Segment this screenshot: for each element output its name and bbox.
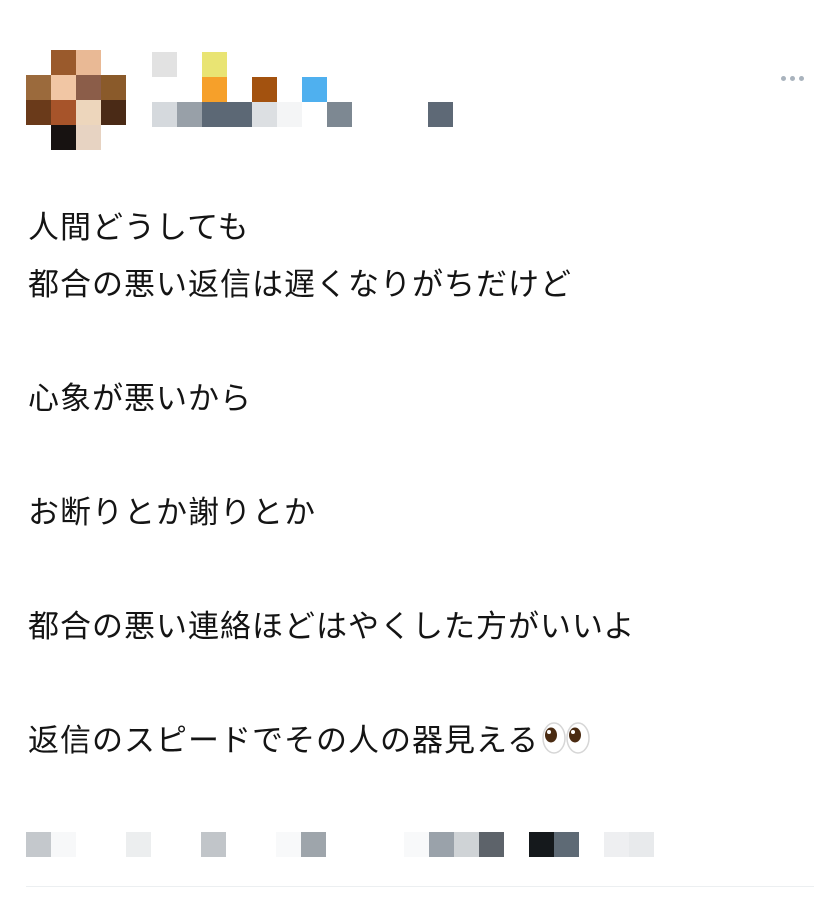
avatar-pixelated[interactable] — [26, 50, 126, 150]
avatar-pixel — [51, 125, 76, 150]
timestamp-pixel — [201, 832, 226, 857]
divider — [26, 886, 814, 887]
avatar-pixel — [51, 75, 76, 100]
post-line — [28, 542, 818, 599]
avatar-pixel — [76, 50, 101, 75]
more-horizontal-icon — [780, 75, 786, 81]
timestamp-pixel — [604, 832, 629, 857]
name-pixel — [277, 102, 302, 127]
post-line — [28, 314, 818, 371]
post-line: お断りとか謝りとか — [28, 495, 316, 531]
name-pixel — [202, 52, 227, 77]
timestamp-pixel — [529, 832, 554, 857]
avatar-pixel — [26, 100, 51, 125]
timestamp-pixel — [554, 832, 579, 857]
timestamp-pixel — [404, 832, 429, 857]
eyes-emoji-icon — [542, 722, 590, 754]
post-line: 都合の悪い返信は遅くなりがちだけど — [28, 267, 572, 303]
post-line: 人間どうしても — [28, 210, 250, 246]
timestamp-pixel — [276, 832, 301, 857]
name-pixel — [252, 77, 277, 102]
post-line — [28, 428, 818, 485]
timestamp-pixel — [301, 832, 326, 857]
avatar-pixel — [76, 75, 101, 100]
avatar-pixel — [76, 100, 101, 125]
avatar-pixel — [76, 125, 101, 150]
avatar-pixel — [51, 100, 76, 125]
post-line — [28, 656, 818, 713]
timestamp-pixel — [454, 832, 479, 857]
timestamp-pixel — [429, 832, 454, 857]
name-pixel — [152, 102, 177, 127]
name-pixel — [302, 77, 327, 102]
name-pixel — [152, 52, 177, 77]
post-line: 心象が悪いから — [28, 381, 252, 417]
timestamp-pixel — [479, 832, 504, 857]
more-options-button[interactable] — [772, 66, 812, 90]
more-horizontal-icon — [789, 75, 795, 81]
timestamp-pixel — [126, 832, 151, 857]
avatar-pixel — [101, 100, 126, 125]
avatar-pixel — [101, 75, 126, 100]
name-pixel — [327, 102, 352, 127]
avatar-pixel — [26, 75, 51, 100]
name-pixel — [177, 102, 202, 127]
name-pixel — [428, 102, 453, 127]
timestamp-pixel — [629, 832, 654, 857]
timestamp-pixel — [51, 832, 76, 857]
timestamp-pixel — [26, 832, 51, 857]
name-pixel — [202, 77, 227, 102]
post-line-last: 返信のスピードでその人の器見える — [28, 713, 818, 770]
post-line: 返信のスピードでその人の器見える — [28, 723, 540, 759]
name-pixel — [202, 102, 252, 127]
avatar-pixel — [51, 50, 76, 75]
post-line: 都合の悪い連絡ほどはやくした方がいいよ — [28, 609, 636, 645]
name-pixel — [252, 102, 277, 127]
post-text: 人間どうしても 都合の悪い返信は遅くなりがちだけど 心象が悪いから お断りとか謝… — [28, 200, 818, 770]
more-horizontal-icon — [798, 75, 804, 81]
